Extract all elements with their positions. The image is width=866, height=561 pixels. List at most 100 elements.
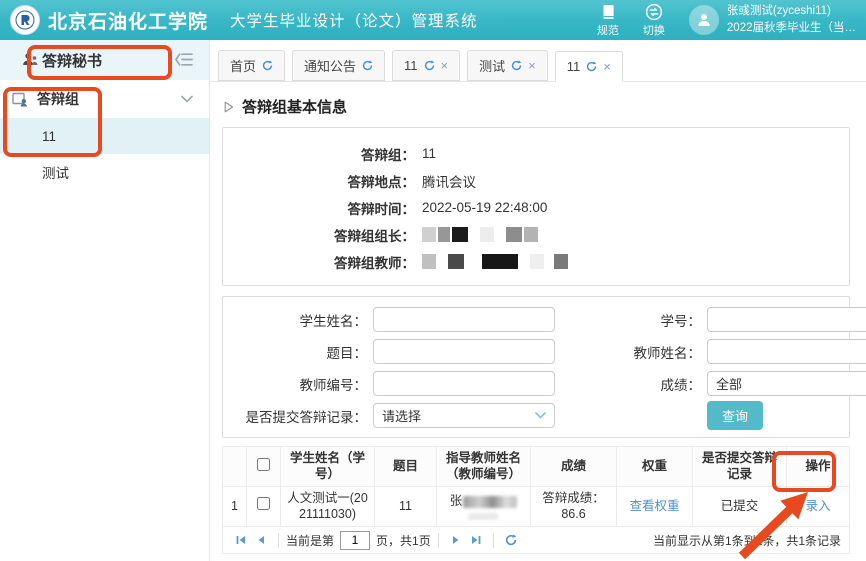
info-row: 答辩组教师：	[223, 248, 849, 275]
chevron-down-icon	[181, 95, 193, 103]
tab-home[interactable]: 首页	[218, 50, 285, 81]
field-teacher-name: 教师姓名：	[559, 338, 866, 365]
sidebar-item-test[interactable]: 测试	[0, 154, 209, 190]
info-value: 11	[422, 146, 436, 161]
collapse-sidebar-icon[interactable]	[175, 52, 193, 67]
last-page-icon[interactable]	[470, 534, 482, 546]
refresh-icon[interactable]	[362, 60, 373, 71]
switch-icon	[645, 3, 663, 21]
section-title: 答辩组基本信息	[242, 96, 347, 117]
header-right: 规范 切换 张彧测试(zyceshi11) 2022届秋季毕业生（当…	[597, 3, 856, 38]
field-label: 成绩：	[559, 374, 701, 394]
info-label: 答辩组组长：	[223, 225, 415, 245]
field-label: 教师编号：	[225, 374, 367, 394]
view-weight-link[interactable]: 查看权重	[629, 499, 679, 513]
chevron-down-icon	[535, 412, 546, 419]
secretary-person-icon	[22, 52, 39, 67]
table-header-row: 学生姓名（学号） 题目 指导教师姓名（教师编号） 成绩 权重 是否提交答辩记录 …	[223, 447, 850, 487]
pagination-bar: 当前是第 页，共1页 当前显示从第1条到1条，共1条记录	[222, 527, 850, 554]
info-row: 答辩地点： 腾讯会议	[223, 167, 849, 194]
redacted-value	[422, 254, 568, 269]
field-teacher-id: 教师编号：	[225, 370, 555, 397]
prev-page-icon[interactable]	[255, 534, 267, 546]
table-row: 1 人文测试一(2021111030) 11 张 答辩成绩：86.6 查看权重 …	[223, 486, 850, 527]
group-icon	[12, 92, 28, 107]
student-id-input[interactable]	[707, 307, 866, 332]
standards-button[interactable]: 规范	[597, 3, 619, 38]
teacher-name-input[interactable]	[707, 339, 866, 364]
sidebar-group-defense-groups[interactable]: 答辩组	[0, 80, 209, 118]
refresh-icon[interactable]	[586, 61, 597, 72]
info-value: 2022-05-19 22:48:00	[422, 200, 547, 215]
tab-11-b-active[interactable]: 11 ×	[555, 51, 623, 82]
redacted-text	[463, 496, 517, 508]
col-action: 操作	[787, 447, 850, 487]
tab-test[interactable]: 测试 ×	[467, 50, 548, 81]
user-info[interactable]: 张彧测试(zyceshi11) 2022届秋季毕业生（当…	[689, 3, 856, 36]
teacher-prefix: 张	[450, 494, 463, 508]
score-cell: 答辩成绩：86.6	[531, 486, 617, 527]
col-weight: 权重	[617, 447, 693, 487]
submitted-select[interactable]: 请选择	[373, 403, 555, 428]
user-name: 张彧测试(zyceshi11)	[727, 3, 856, 20]
refresh-icon[interactable]	[511, 60, 522, 71]
sidebar: 答辩秘书 答辩组 11 测试	[0, 40, 210, 561]
teacher-id-input[interactable]	[373, 371, 555, 396]
field-label: 教师姓名：	[559, 342, 701, 362]
user-lines: 张彧测试(zyceshi11) 2022届秋季毕业生（当…	[727, 3, 856, 36]
student-name-input[interactable]	[373, 307, 555, 332]
title-input[interactable]	[373, 339, 555, 364]
tab-notices[interactable]: 通知公告	[292, 50, 385, 81]
col-student: 学生姓名（学号）	[281, 447, 375, 487]
select-all-checkbox[interactable]	[257, 458, 270, 471]
tab-label: 测试	[479, 56, 505, 75]
close-icon[interactable]: ×	[603, 60, 611, 73]
redacted-value	[422, 227, 538, 242]
switch-role-button[interactable]: 切换	[643, 3, 665, 38]
brand: 北京石油化工学院 大学生毕业设计（论文）管理系统	[10, 5, 478, 35]
sidebar-role-header: 答辩秘书	[0, 40, 209, 80]
teacher-cell: 张	[437, 486, 531, 527]
info-label: 答辩组：	[223, 144, 415, 164]
info-value: 腾讯会议	[422, 171, 476, 191]
info-label: 答辩组教师：	[223, 252, 415, 272]
app-window: 北京石油化工学院 大学生毕业设计（论文）管理系统 规范 切换 张彧测试(zyce…	[0, 0, 866, 561]
sidebar-item-11[interactable]: 11	[0, 118, 209, 154]
field-label: 学生姓名：	[225, 310, 367, 330]
next-page-icon[interactable]	[450, 534, 462, 546]
first-page-icon[interactable]	[235, 534, 247, 546]
system-title: 大学生毕业设计（论文）管理系统	[230, 9, 478, 31]
refresh-icon[interactable]	[505, 534, 517, 546]
enter-score-link[interactable]: 录入	[805, 499, 830, 513]
query-button[interactable]: 查询	[707, 401, 763, 430]
field-student-name: 学生姓名：	[225, 306, 555, 333]
tab-label: 首页	[230, 56, 256, 75]
field-label: 学号：	[559, 310, 701, 330]
field-submitted: 是否提交答辩记录： 请选择	[225, 402, 555, 429]
field-student-id: 学号：	[559, 306, 866, 333]
divider	[493, 533, 494, 548]
refresh-icon[interactable]	[424, 60, 435, 71]
user-cohort: 2022届秋季毕业生（当…	[727, 20, 856, 37]
col-submitted: 是否提交答辩记录	[693, 447, 787, 487]
refresh-icon[interactable]	[262, 60, 273, 71]
school-logo-icon	[10, 5, 40, 35]
school-name: 北京石油化工学院	[48, 7, 208, 34]
page-number-input[interactable]	[340, 531, 370, 550]
row-checkbox[interactable]	[257, 497, 270, 510]
tab-bar: 首页 通知公告 11 × 测试 × 11 ×	[210, 40, 866, 82]
triangle-icon	[224, 101, 234, 113]
close-icon[interactable]: ×	[528, 59, 536, 72]
field-submit: 查询	[559, 402, 866, 429]
row-index: 1	[223, 486, 247, 527]
avatar	[689, 5, 719, 35]
score-select[interactable]: 全部	[707, 371, 866, 396]
standards-label: 规范	[597, 22, 619, 38]
col-teacher: 指导教师姓名（教师编号）	[437, 447, 531, 487]
rownum-header	[223, 447, 247, 487]
title-cell: 11	[375, 486, 437, 527]
sidebar-role-label: 答辩秘书	[42, 50, 102, 71]
close-icon[interactable]: ×	[441, 59, 449, 72]
tab-11-a[interactable]: 11 ×	[392, 50, 460, 81]
redacted-text	[468, 513, 498, 520]
